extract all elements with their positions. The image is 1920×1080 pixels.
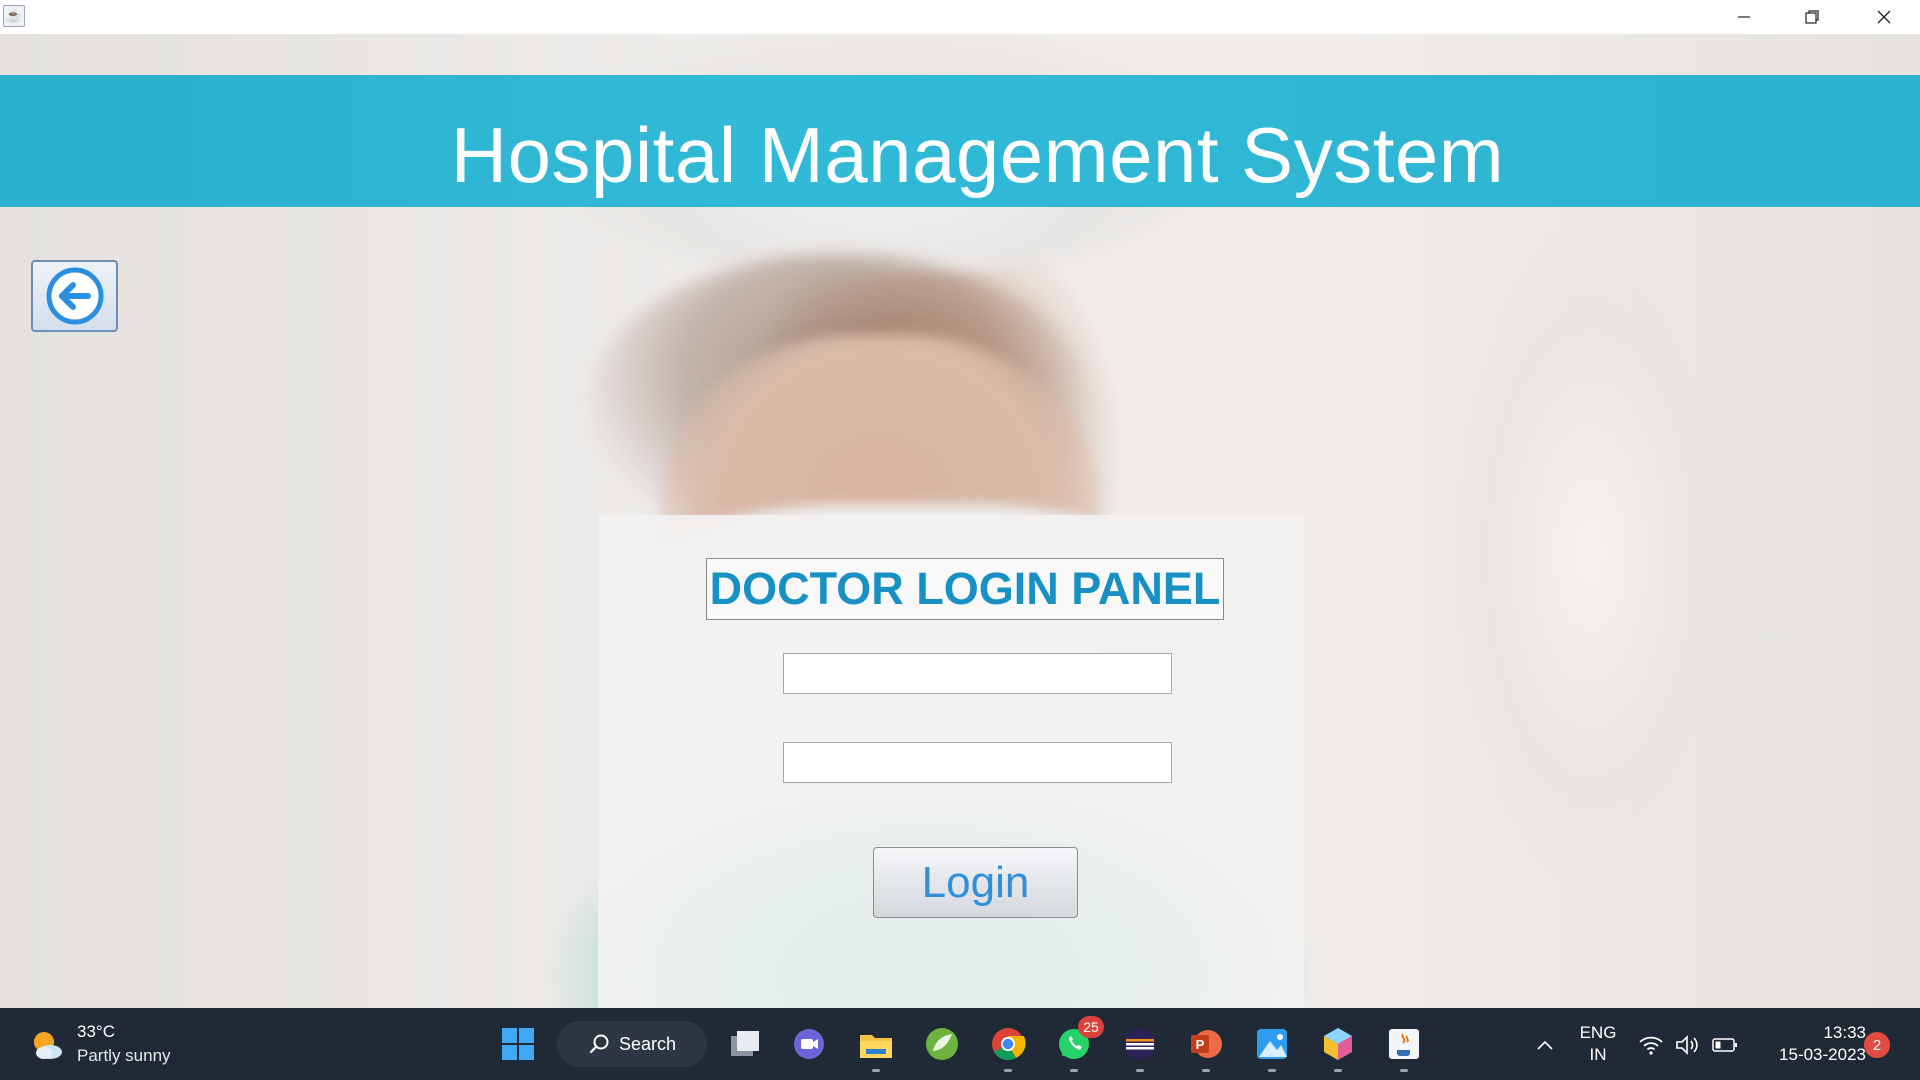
app-title: Hospital Management System (450, 111, 1505, 199)
lang-code: ENG (1579, 1023, 1617, 1042)
java-app-icon: ☕ (3, 5, 25, 27)
running-indicator (1202, 1069, 1210, 1072)
spring-button[interactable] (920, 1022, 964, 1066)
clock[interactable]: 13:33 15-03-2023 (1756, 1022, 1866, 1066)
volume-icon (1676, 1035, 1698, 1055)
volume-button[interactable] (1675, 1032, 1701, 1058)
running-indicator (1136, 1069, 1144, 1072)
running-indicator (1268, 1069, 1276, 1072)
spring-icon (926, 1028, 958, 1060)
eclipse-button[interactable] (1118, 1022, 1162, 1072)
java-icon (1389, 1029, 1419, 1059)
chrome-button[interactable] (986, 1022, 1030, 1072)
netbeans-icon (1324, 1028, 1352, 1060)
language-indicator[interactable]: ENG IN (1578, 1022, 1618, 1066)
windows-start-icon (502, 1028, 534, 1060)
search-label: Search (619, 1033, 677, 1054)
close-button[interactable] (1850, 0, 1918, 34)
weather-temp: 33°C (77, 1022, 115, 1041)
running-indicator (1400, 1069, 1408, 1072)
back-button[interactable] (31, 260, 118, 332)
task-view-button[interactable] (723, 1022, 767, 1066)
battery-icon (1712, 1038, 1737, 1052)
notification-badge[interactable]: 2 (1864, 1032, 1890, 1058)
meet-button[interactable] (787, 1022, 831, 1066)
wifi-button[interactable] (1638, 1032, 1664, 1058)
file-explorer-icon (860, 1035, 892, 1058)
weather-desc: Partly sunny (77, 1046, 171, 1065)
running-indicator (1334, 1069, 1342, 1072)
start-button[interactable] (496, 1022, 540, 1066)
photos-button[interactable] (1250, 1022, 1294, 1072)
minimize-button[interactable] (1710, 0, 1778, 34)
taskbar-search[interactable]: Search (557, 1021, 707, 1067)
java-app-button[interactable] (1382, 1022, 1426, 1072)
minimize-icon (1738, 16, 1750, 18)
whatsapp-button[interactable]: 25 (1052, 1016, 1104, 1072)
chevron-up-icon (1537, 1040, 1553, 1050)
password-field[interactable] (783, 742, 1172, 783)
close-icon (1877, 10, 1891, 24)
clock-date: 15-03-2023 (1779, 1045, 1866, 1064)
back-arrow-icon (46, 267, 103, 325)
panel-title: DOCTOR LOGIN PANEL (706, 558, 1224, 620)
powerpoint-button[interactable]: P (1184, 1022, 1228, 1072)
netbeans-button[interactable] (1316, 1022, 1360, 1072)
battery-button[interactable] (1712, 1032, 1738, 1058)
restore-button[interactable] (1778, 0, 1846, 34)
running-indicator (872, 1069, 880, 1072)
running-indicator (1004, 1069, 1012, 1072)
photos-icon (1257, 1029, 1287, 1059)
eclipse-icon (1124, 1028, 1156, 1060)
svg-text:P: P (1196, 1037, 1205, 1052)
partly-sunny-icon (34, 1032, 62, 1059)
clock-time: 13:33 (1823, 1023, 1866, 1042)
lang-region: IN (1589, 1045, 1607, 1064)
username-field[interactable] (783, 653, 1172, 694)
task-view-icon (731, 1031, 759, 1056)
whatsapp-badge: 25 (1078, 1016, 1104, 1038)
window-titlebar: ☕ (0, 0, 1920, 34)
wifi-icon (1639, 1036, 1663, 1055)
restore-icon (1805, 10, 1819, 24)
chrome-icon (992, 1028, 1026, 1061)
powerpoint-icon: P (1191, 1030, 1222, 1058)
show-hidden-icons-button[interactable] (1532, 1032, 1558, 1058)
teams-meet-icon (794, 1029, 824, 1059)
file-explorer-button[interactable] (854, 1022, 898, 1072)
search-icon (589, 1034, 609, 1054)
running-indicator (1070, 1069, 1078, 1072)
login-button[interactable]: Login (873, 847, 1078, 918)
taskbar: 33°C Partly sunny Search 25 P ENG IN 13:… (0, 1008, 1920, 1080)
